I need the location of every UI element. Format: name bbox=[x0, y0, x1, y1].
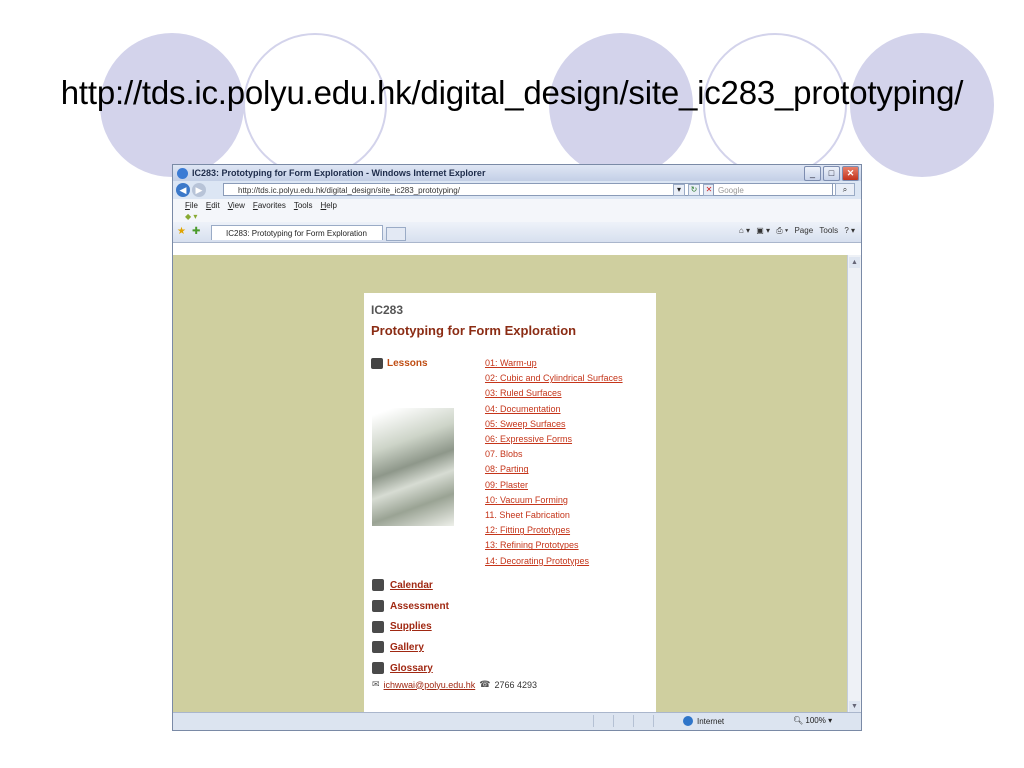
close-button[interactable]: ✕ bbox=[842, 166, 859, 181]
scroll-up-button[interactable]: ▲ bbox=[849, 257, 860, 268]
supplies-row: Supplies bbox=[372, 616, 449, 637]
slide-title: http://tds.ic.polyu.edu.hk/digital_desig… bbox=[60, 74, 964, 111]
favorites-star-icon[interactable]: ★ bbox=[177, 226, 186, 237]
glossary-icon bbox=[372, 662, 384, 675]
email-icon: ✉ bbox=[372, 679, 380, 689]
forward-button[interactable]: ▶ bbox=[192, 183, 206, 197]
prototype-photo bbox=[372, 408, 454, 526]
print-icon[interactable]: ⎙ ▾ bbox=[776, 226, 788, 235]
course-title: Prototyping for Form Exploration bbox=[371, 323, 577, 338]
help-icon[interactable]: ? ▾ bbox=[844, 226, 855, 235]
glossary-link[interactable]: Glossary bbox=[390, 663, 433, 674]
assessment-icon bbox=[372, 600, 384, 613]
search-input[interactable]: Google bbox=[713, 183, 833, 196]
email-link[interactable]: ichwwai@polyu.edu.hk bbox=[384, 680, 476, 690]
tools-menu[interactable]: Tools bbox=[819, 226, 838, 235]
address-dropdown-button[interactable]: ▾ bbox=[673, 184, 685, 196]
new-tab-button[interactable] bbox=[386, 227, 406, 241]
lesson-link-04[interactable]: 04: Documentation bbox=[485, 402, 623, 417]
lessons-label: Lessons bbox=[387, 358, 428, 369]
page-menu[interactable]: Page bbox=[794, 226, 813, 235]
menu-view[interactable]: View bbox=[228, 201, 245, 210]
assessment-row: Assessment bbox=[372, 596, 449, 617]
contact-line: ✉ ichwwai@polyu.edu.hk ☎ 2766 4293 bbox=[372, 679, 537, 690]
tab-bar: ★ ✚ IC283: Prototyping for Form Explorat… bbox=[173, 222, 861, 243]
menu-file[interactable]: File bbox=[185, 201, 198, 210]
menu-tools[interactable]: Tools bbox=[294, 201, 313, 210]
lesson-link-13[interactable]: 13: Refining Prototypes bbox=[485, 538, 623, 553]
back-button[interactable]: ◀ bbox=[176, 183, 190, 197]
toolbar-line: ◆ ▾ bbox=[173, 211, 861, 222]
menu-favorites[interactable]: Favorites bbox=[253, 201, 286, 210]
zoom-control[interactable]: 🔍︎ 100% ▾ bbox=[793, 716, 832, 725]
supplies-link[interactable]: Supplies bbox=[390, 621, 432, 632]
toolbar-addon-icon[interactable]: ◆ ▾ bbox=[185, 212, 197, 221]
section-links: Calendar Assessment Supplies Gallery Glo… bbox=[372, 575, 449, 678]
feeds-icon[interactable]: ▣ ▾ bbox=[756, 226, 770, 235]
lesson-link-02[interactable]: 02: Cubic and Cylindrical Surfaces bbox=[485, 371, 623, 386]
status-divider bbox=[653, 715, 654, 727]
address-toolbar: ◀ ▶ http://tds.ic.polyu.edu.hk/digital_d… bbox=[173, 181, 861, 199]
search-button[interactable]: ⌕ bbox=[835, 183, 855, 196]
course-page: IC283 Prototyping for Form Exploration L… bbox=[364, 293, 656, 713]
lesson-list: 01: Warm-up 02: Cubic and Cylindrical Su… bbox=[485, 356, 623, 569]
status-divider bbox=[633, 715, 634, 727]
lesson-link-10[interactable]: 10: Vacuum Forming bbox=[485, 493, 623, 508]
ie-logo-icon bbox=[177, 167, 188, 179]
window-title: IC283: Prototyping for Form Exploration … bbox=[192, 168, 486, 178]
status-divider bbox=[613, 715, 614, 727]
calendar-row: Calendar bbox=[372, 575, 449, 596]
refresh-button[interactable]: ↻ bbox=[688, 184, 700, 196]
zoom-level[interactable]: 100% bbox=[805, 716, 825, 725]
add-favorites-icon[interactable]: ✚ bbox=[192, 226, 200, 237]
gallery-link[interactable]: Gallery bbox=[390, 642, 424, 653]
phone-number: 2766 4293 bbox=[494, 679, 537, 690]
lesson-link-14[interactable]: 14: Decorating Prototypes bbox=[485, 554, 623, 569]
phone-icon: ☎ bbox=[479, 679, 491, 689]
lesson-link-08[interactable]: 08: Parting bbox=[485, 462, 623, 477]
lesson-link-09[interactable]: 09: Plaster bbox=[485, 478, 623, 493]
maximize-button[interactable]: □ bbox=[823, 166, 840, 181]
gallery-icon bbox=[372, 641, 384, 654]
zoom-icon: 🔍︎ bbox=[793, 716, 804, 725]
calendar-icon bbox=[372, 579, 384, 592]
scroll-down-button[interactable]: ▼ bbox=[849, 701, 860, 712]
gallery-row: Gallery bbox=[372, 637, 449, 658]
menu-bar: File Edit View Favorites Tools Help bbox=[173, 199, 861, 211]
lesson-link-12[interactable]: 12: Fitting Prototypes bbox=[485, 523, 623, 538]
status-bar: Internet 🔍︎ 100% ▾ bbox=[173, 712, 861, 730]
lesson-text-07: 07. Blobs bbox=[485, 449, 523, 460]
course-code: IC283 bbox=[371, 303, 404, 317]
page-viewport: IC283 Prototyping for Form Exploration L… bbox=[173, 255, 849, 714]
lessons-icon bbox=[371, 358, 383, 369]
lesson-link-03[interactable]: 03: Ruled Surfaces bbox=[485, 386, 623, 401]
lesson-link-05[interactable]: 05: Sweep Surfaces bbox=[485, 417, 623, 432]
security-zone: Internet bbox=[683, 716, 724, 726]
lesson-text-11: 11. Sheet Fabrication bbox=[485, 510, 570, 521]
vertical-scrollbar[interactable]: ▲ ▼ bbox=[847, 255, 861, 714]
tab-current[interactable]: IC283: Prototyping for Form Exploration bbox=[211, 225, 383, 240]
lesson-link-01[interactable]: 01: Warm-up bbox=[485, 356, 623, 371]
browser-window: IC283: Prototyping for Form Exploration … bbox=[172, 164, 862, 731]
command-bar: ⌂ ▾ ▣ ▾ ⎙ ▾ Page Tools ? ▾ bbox=[735, 226, 855, 236]
status-divider bbox=[593, 715, 594, 727]
lesson-link-06[interactable]: 06: Expressive Forms bbox=[485, 432, 623, 447]
menu-edit[interactable]: Edit bbox=[206, 201, 220, 210]
minimize-button[interactable]: _ bbox=[804, 166, 821, 181]
lessons-heading: Lessons bbox=[371, 358, 428, 369]
home-icon[interactable]: ⌂ ▾ bbox=[739, 226, 750, 235]
menu-help[interactable]: Help bbox=[321, 201, 337, 210]
glossary-row: Glossary bbox=[372, 658, 449, 679]
globe-icon bbox=[683, 716, 693, 726]
assessment-link[interactable]: Assessment bbox=[390, 601, 449, 612]
supplies-icon bbox=[372, 620, 384, 633]
calendar-link[interactable]: Calendar bbox=[390, 580, 433, 591]
zone-label: Internet bbox=[697, 716, 725, 726]
window-titlebar: IC283: Prototyping for Form Exploration … bbox=[173, 165, 861, 181]
